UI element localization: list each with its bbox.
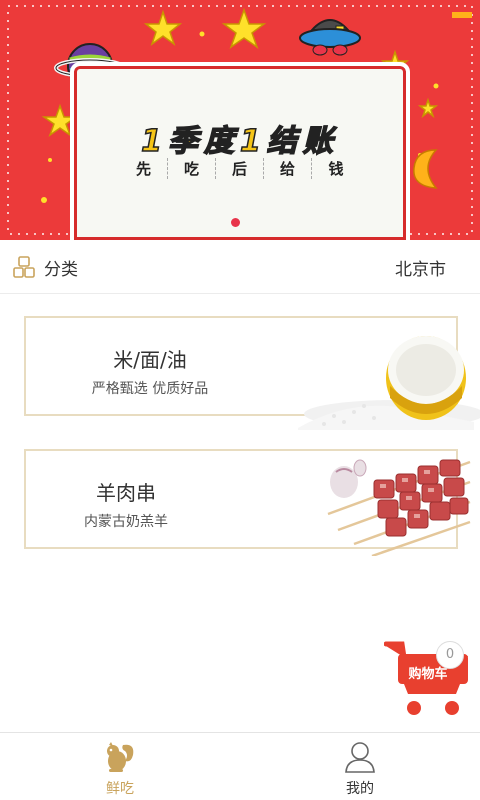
star-icon xyxy=(417,97,439,119)
promo-banner[interactable]: 1季度1结账 先 吃 后 给 钱 xyxy=(0,0,480,240)
cart-wheel-icon xyxy=(445,701,459,715)
promo-subtitle-char: 先 xyxy=(120,158,168,179)
cart-count-badge: 0 xyxy=(436,641,464,669)
user-icon xyxy=(345,742,375,773)
moon-icon xyxy=(413,149,438,189)
bottom-tab-bar: 鲜吃 我的 xyxy=(0,732,480,800)
star-icon xyxy=(143,9,183,46)
product-desc: 严格甄选 优质好品 xyxy=(91,381,209,397)
category-bar: 分类 北京市 xyxy=(0,240,480,294)
product-desc: 内蒙古奶羔羊 xyxy=(84,514,168,530)
category-label[interactable]: 分类 xyxy=(44,255,78,280)
promo-title: 1季度1结账 xyxy=(140,123,339,160)
promo-subtitle-char: 钱 xyxy=(328,160,344,178)
tab-label: 鲜吃 xyxy=(106,781,134,797)
star-icon xyxy=(221,7,267,49)
rice-bowl-image xyxy=(298,336,480,430)
promo-subtitle: 先 吃 后 给 钱 xyxy=(74,158,406,179)
city-selector[interactable]: 北京市 xyxy=(395,255,446,280)
ufo-icon xyxy=(299,19,361,56)
promo-subtitle-char: 给 xyxy=(264,158,312,179)
promo-subtitle-char: 吃 xyxy=(168,158,216,179)
category-icon[interactable] xyxy=(13,256,35,278)
product-name: 羊肉串 xyxy=(96,481,156,505)
tab-label: 我的 xyxy=(346,781,374,797)
tab-mine[interactable]: 我的 xyxy=(240,733,480,800)
product-name: 米/面/油 xyxy=(113,348,187,372)
carousel-indicator-dot[interactable] xyxy=(231,218,240,227)
promo-subtitle-char: 后 xyxy=(216,158,264,179)
lamb-skewers-image xyxy=(327,459,471,556)
tab-xianchi[interactable]: 鲜吃 xyxy=(0,733,240,800)
cart-wheel-icon xyxy=(407,701,421,715)
squirrel-icon xyxy=(107,742,134,772)
promo-board: 1季度1结账 先 吃 后 给 钱 xyxy=(70,62,410,240)
